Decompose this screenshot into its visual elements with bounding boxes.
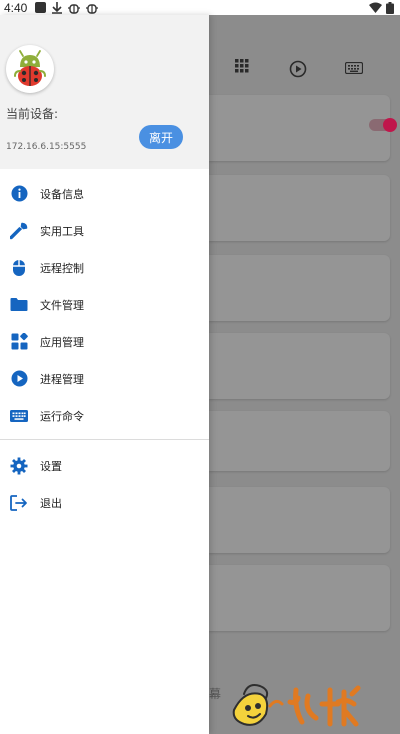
menu-item-settings[interactable]: 设置 [0, 447, 209, 484]
keyboard-icon [10, 407, 28, 425]
background-card [209, 565, 390, 631]
wifi-icon [369, 2, 382, 13]
background-app-scrim[interactable]: 幕 [209, 15, 400, 734]
menu-item-label: 运行命令 [40, 409, 84, 423]
status-system-icons [369, 1, 394, 14]
menu-item-utilities[interactable]: 实用工具 [0, 212, 209, 249]
navigation-drawer: 当前设备: 172.16.6.15:5555 离开 设备信息 实用工具 远程控制 [0, 15, 209, 734]
exit-icon [10, 494, 28, 512]
background-card [209, 175, 390, 241]
background-partial-text: 幕 [209, 687, 222, 701]
device-ip: 172.16.6.15:5555 [6, 142, 87, 152]
ladybug-android-icon [14, 50, 46, 86]
menu-item-label: 文件管理 [40, 298, 84, 312]
folder-icon [10, 296, 28, 314]
mouse-icon [10, 259, 28, 277]
menu-item-label: 远程控制 [40, 261, 84, 275]
status-bar: 4:40 [0, 0, 400, 15]
menu-item-process-manager[interactable]: 进程管理 [0, 360, 209, 397]
watermark-logo [232, 684, 361, 727]
menu-divider [0, 439, 209, 440]
keyboard-icon [345, 62, 363, 74]
play-circle-icon [289, 60, 307, 78]
apps-icon [10, 333, 28, 351]
menu-item-label: 实用工具 [40, 224, 84, 238]
status-time: 4:40 [4, 0, 28, 15]
current-device-label: 当前设备: [6, 107, 59, 121]
menu-item-file-manager[interactable]: 文件管理 [0, 286, 209, 323]
background-card [209, 95, 390, 161]
notification-square-icon [35, 2, 47, 13]
menu-item-run-command[interactable]: 运行命令 [0, 397, 209, 434]
background-toggle-knob [383, 118, 397, 132]
menu-item-label: 退出 [40, 496, 62, 510]
menu-item-remote-control[interactable]: 远程控制 [0, 249, 209, 286]
background-card [209, 333, 390, 399]
avatar [6, 45, 54, 93]
info-icon [10, 185, 28, 203]
menu-item-label: 进程管理 [40, 372, 84, 386]
status-notification-icons [35, 1, 99, 14]
menu-item-exit[interactable]: 退出 [0, 484, 209, 521]
menu-item-label: 设备信息 [40, 187, 84, 201]
background-card [209, 255, 390, 321]
battery-icon [386, 1, 394, 14]
background-card [209, 487, 390, 553]
menu-item-app-manager[interactable]: 应用管理 [0, 323, 209, 360]
menu-item-label: 设置 [40, 459, 62, 473]
wrench-icon [10, 222, 28, 240]
menu-item-device-info[interactable]: 设备信息 [0, 175, 209, 212]
background-card [209, 411, 390, 471]
background-toolbar [209, 55, 400, 85]
bug-icon [68, 3, 81, 14]
bug-icon [86, 3, 99, 14]
menu-item-label: 应用管理 [40, 335, 84, 349]
leave-button[interactable]: 离开 [139, 125, 183, 149]
download-icon [52, 1, 63, 14]
drawer-header: 当前设备: 172.16.6.15:5555 离开 [0, 15, 209, 169]
play-circle-icon [10, 370, 28, 388]
gear-icon [10, 457, 28, 475]
grid-icon [235, 59, 249, 73]
